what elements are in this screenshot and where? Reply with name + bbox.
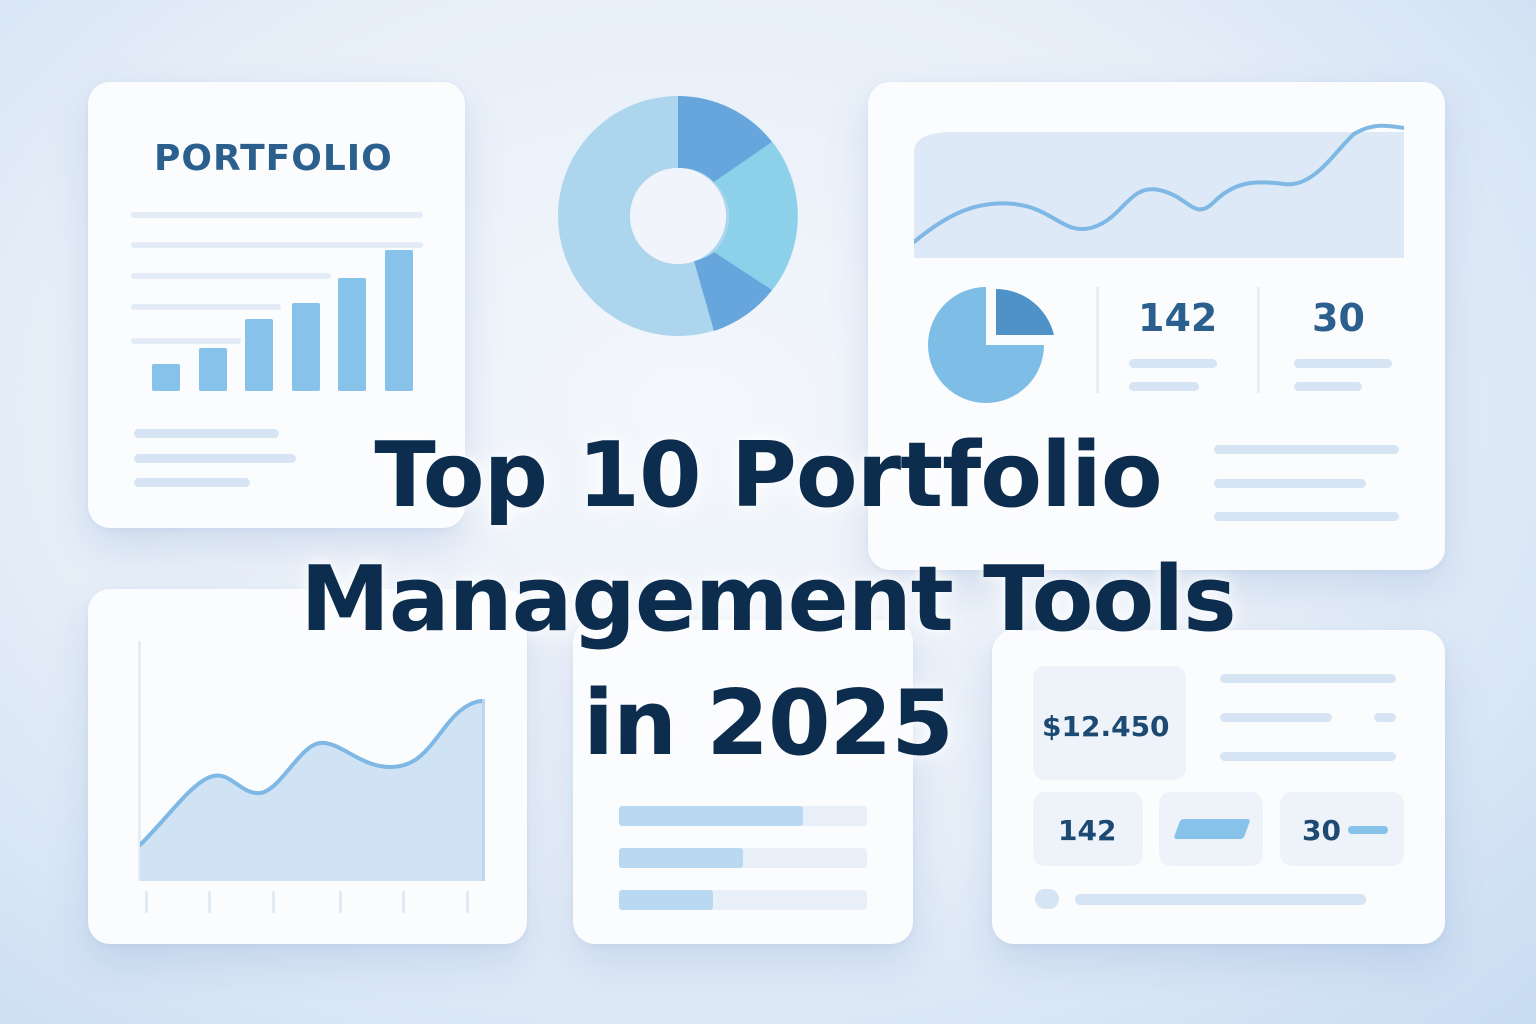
pie-chart	[928, 287, 1054, 403]
tick-mark	[402, 891, 405, 913]
progress-track	[619, 848, 867, 868]
progress-track	[619, 890, 867, 910]
stat-tile: 30	[1280, 792, 1404, 866]
tick-mark	[208, 891, 211, 913]
headline-line: Management Tools	[300, 547, 1236, 652]
text-line	[1129, 382, 1199, 391]
stat-tile: 142	[1033, 792, 1143, 866]
text-line	[131, 212, 423, 218]
tag-shape	[1173, 819, 1251, 839]
bar	[384, 250, 413, 391]
stat-value: 142	[1058, 814, 1117, 847]
tick-mark	[339, 891, 342, 913]
progress-fill	[619, 806, 803, 826]
bar	[245, 319, 273, 391]
portfolio-title: PORTFOLIO	[154, 138, 393, 179]
status-dot	[1035, 889, 1059, 909]
headline-line: in 2025	[583, 671, 954, 776]
text-line	[1129, 359, 1217, 368]
headline: Top 10 Portfolio Management Tools in 202…	[0, 414, 1536, 786]
progress-fill	[619, 848, 743, 868]
progress-track	[619, 806, 867, 826]
bar-chart	[152, 230, 422, 391]
tick-mark	[145, 891, 148, 913]
tick-mark	[272, 891, 275, 913]
stat-bar	[1348, 826, 1388, 834]
bar	[338, 278, 366, 391]
stat-value: 30	[1302, 814, 1341, 847]
tick-mark	[466, 891, 469, 913]
stat-value: 142	[1138, 296, 1218, 340]
stat-value: 30	[1312, 296, 1365, 340]
bar	[198, 348, 227, 391]
donut-hole	[630, 168, 726, 264]
bar	[291, 303, 320, 391]
text-line	[1075, 894, 1366, 905]
divider	[1257, 287, 1260, 393]
chart-tile	[1159, 792, 1263, 866]
bar	[152, 364, 180, 391]
progress-list	[619, 806, 867, 916]
headline-line: Top 10 Portfolio	[374, 423, 1162, 528]
progress-fill	[619, 890, 713, 910]
text-line	[1294, 382, 1362, 391]
divider	[1096, 287, 1099, 393]
donut-chart	[558, 96, 798, 336]
text-line	[1294, 359, 1392, 368]
line-chart	[914, 123, 1404, 258]
